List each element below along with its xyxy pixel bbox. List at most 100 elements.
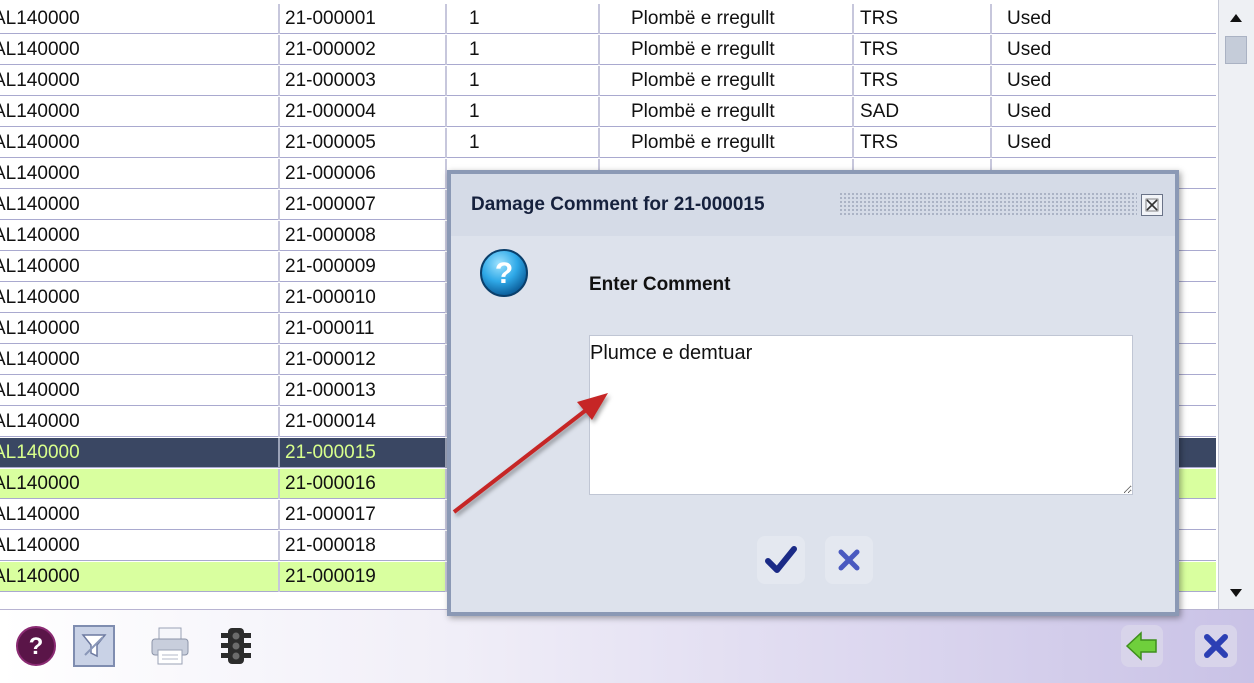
lot-cell: AL140000 xyxy=(0,318,80,339)
seal-number-cell: 21-000014 xyxy=(285,411,376,432)
comment-textarea[interactable]: Plumce e demtuar xyxy=(589,335,1133,495)
close-x-icon[interactable] xyxy=(1190,620,1242,672)
lot-cell: AL140000 xyxy=(0,349,80,370)
lot-cell: AL140000 xyxy=(0,101,80,122)
lot-cell: AL140000 xyxy=(0,132,80,153)
status-cell: Plombë e rregullt xyxy=(631,8,775,29)
column-separator xyxy=(852,35,854,65)
lot-cell: AL140000 xyxy=(0,70,80,91)
document-type-cell: SAD xyxy=(860,101,900,122)
svg-text:?: ? xyxy=(29,633,44,660)
column-separator xyxy=(278,97,280,127)
back-arrow-icon[interactable] xyxy=(1116,620,1168,672)
column-separator xyxy=(445,4,447,34)
column-separator xyxy=(990,128,992,158)
qty-cell: 1 xyxy=(469,70,480,91)
usage-cell: Used xyxy=(1007,101,1052,122)
seal-number-cell: 21-000006 xyxy=(285,163,376,184)
status-cell: Plombë e rregullt xyxy=(631,70,775,91)
column-separator xyxy=(278,438,280,468)
lot-cell: AL140000 xyxy=(0,442,80,463)
column-separator xyxy=(852,128,854,158)
seal-number-cell: 21-000004 xyxy=(285,101,376,122)
bottom-toolbar: ? xyxy=(0,609,1254,683)
status-cell: Plombë e rregullt xyxy=(631,101,775,122)
usage-cell: Used xyxy=(1007,70,1052,91)
lot-cell: AL140000 xyxy=(0,163,80,184)
lot-cell: AL140000 xyxy=(0,194,80,215)
column-separator xyxy=(445,35,447,65)
scroll-down-icon[interactable] xyxy=(1221,578,1251,608)
lot-cell: AL140000 xyxy=(0,504,80,525)
column-separator xyxy=(278,252,280,282)
column-separator xyxy=(852,97,854,127)
column-separator xyxy=(278,531,280,561)
usage-cell: Used xyxy=(1007,8,1052,29)
usage-cell: Used xyxy=(1007,39,1052,60)
seal-number-cell: 21-000009 xyxy=(285,256,376,277)
seal-number-cell: 21-000001 xyxy=(285,8,376,29)
column-separator xyxy=(278,283,280,313)
table-row[interactable]: AL140000 21-000002 1 Plombë e rregullt TRS Us… xyxy=(0,35,1216,65)
document-type-cell: TRS xyxy=(860,8,898,29)
lot-cell: AL140000 xyxy=(0,256,80,277)
dialog-close-icon[interactable] xyxy=(1141,194,1163,216)
column-separator xyxy=(278,407,280,437)
filter-clear-icon[interactable] xyxy=(68,620,120,672)
status-cell: Plombë e rregullt xyxy=(631,39,775,60)
column-separator xyxy=(278,221,280,251)
seal-number-cell: 21-000008 xyxy=(285,225,376,246)
qty-cell: 1 xyxy=(469,101,480,122)
seal-number-cell: 21-000007 xyxy=(285,194,376,215)
column-separator xyxy=(445,66,447,96)
help-icon[interactable]: ? xyxy=(10,620,62,672)
qty-cell: 1 xyxy=(469,132,480,153)
qty-cell: 1 xyxy=(469,8,480,29)
column-separator xyxy=(445,97,447,127)
titlebar-grip xyxy=(839,192,1137,216)
table-row[interactable]: AL140000 21-000005 1 Plombë e rregullt TRS Us… xyxy=(0,128,1216,158)
column-separator xyxy=(278,190,280,220)
document-type-cell: TRS xyxy=(860,132,898,153)
lot-cell: AL140000 xyxy=(0,225,80,246)
scroll-thumb[interactable] xyxy=(1225,36,1247,64)
question-icon: ? xyxy=(479,248,529,298)
column-separator xyxy=(598,4,600,34)
dialog-title: Damage Comment for 21-000015 xyxy=(471,194,765,215)
printer-icon[interactable] xyxy=(144,620,196,672)
usage-cell: Used xyxy=(1007,132,1052,153)
column-separator xyxy=(990,97,992,127)
seal-number-cell: 21-000012 xyxy=(285,349,376,370)
status-cell: Plombë e rregullt xyxy=(631,132,775,153)
column-separator xyxy=(598,128,600,158)
lot-cell: AL140000 xyxy=(0,8,80,29)
table-row[interactable]: AL140000 21-000003 1 Plombë e rregullt TRS Us… xyxy=(0,66,1216,96)
traffic-light-icon[interactable] xyxy=(210,620,262,672)
svg-text:?: ? xyxy=(495,257,513,290)
seal-number-cell: 21-000002 xyxy=(285,39,376,60)
table-row[interactable]: AL140000 21-000001 1 Plombë e rregullt TRS Us… xyxy=(0,4,1216,34)
lot-cell: AL140000 xyxy=(0,566,80,587)
column-separator xyxy=(278,4,280,34)
vertical-scrollbar[interactable] xyxy=(1218,0,1254,609)
dialog-titlebar[interactable]: Damage Comment for 21-000015 xyxy=(451,174,1175,236)
table-row[interactable]: AL140000 21-000004 1 Plombë e rregullt SAD Us… xyxy=(0,97,1216,127)
seal-number-cell: 21-000010 xyxy=(285,287,376,308)
column-separator xyxy=(278,500,280,530)
column-separator xyxy=(990,4,992,34)
column-separator xyxy=(278,314,280,344)
scroll-up-icon[interactable] xyxy=(1221,3,1251,33)
seal-number-cell: 21-000015 xyxy=(285,442,376,463)
column-separator xyxy=(278,345,280,375)
seal-number-cell: 21-000003 xyxy=(285,70,376,91)
lot-cell: AL140000 xyxy=(0,39,80,60)
qty-cell: 1 xyxy=(469,39,480,60)
column-separator xyxy=(990,35,992,65)
confirm-checkmark-icon[interactable] xyxy=(757,536,805,584)
column-separator xyxy=(278,159,280,189)
seal-number-cell: 21-000016 xyxy=(285,473,376,494)
document-type-cell: TRS xyxy=(860,39,898,60)
column-separator xyxy=(852,66,854,96)
lot-cell: AL140000 xyxy=(0,535,80,556)
cancel-x-icon[interactable] xyxy=(825,536,873,584)
